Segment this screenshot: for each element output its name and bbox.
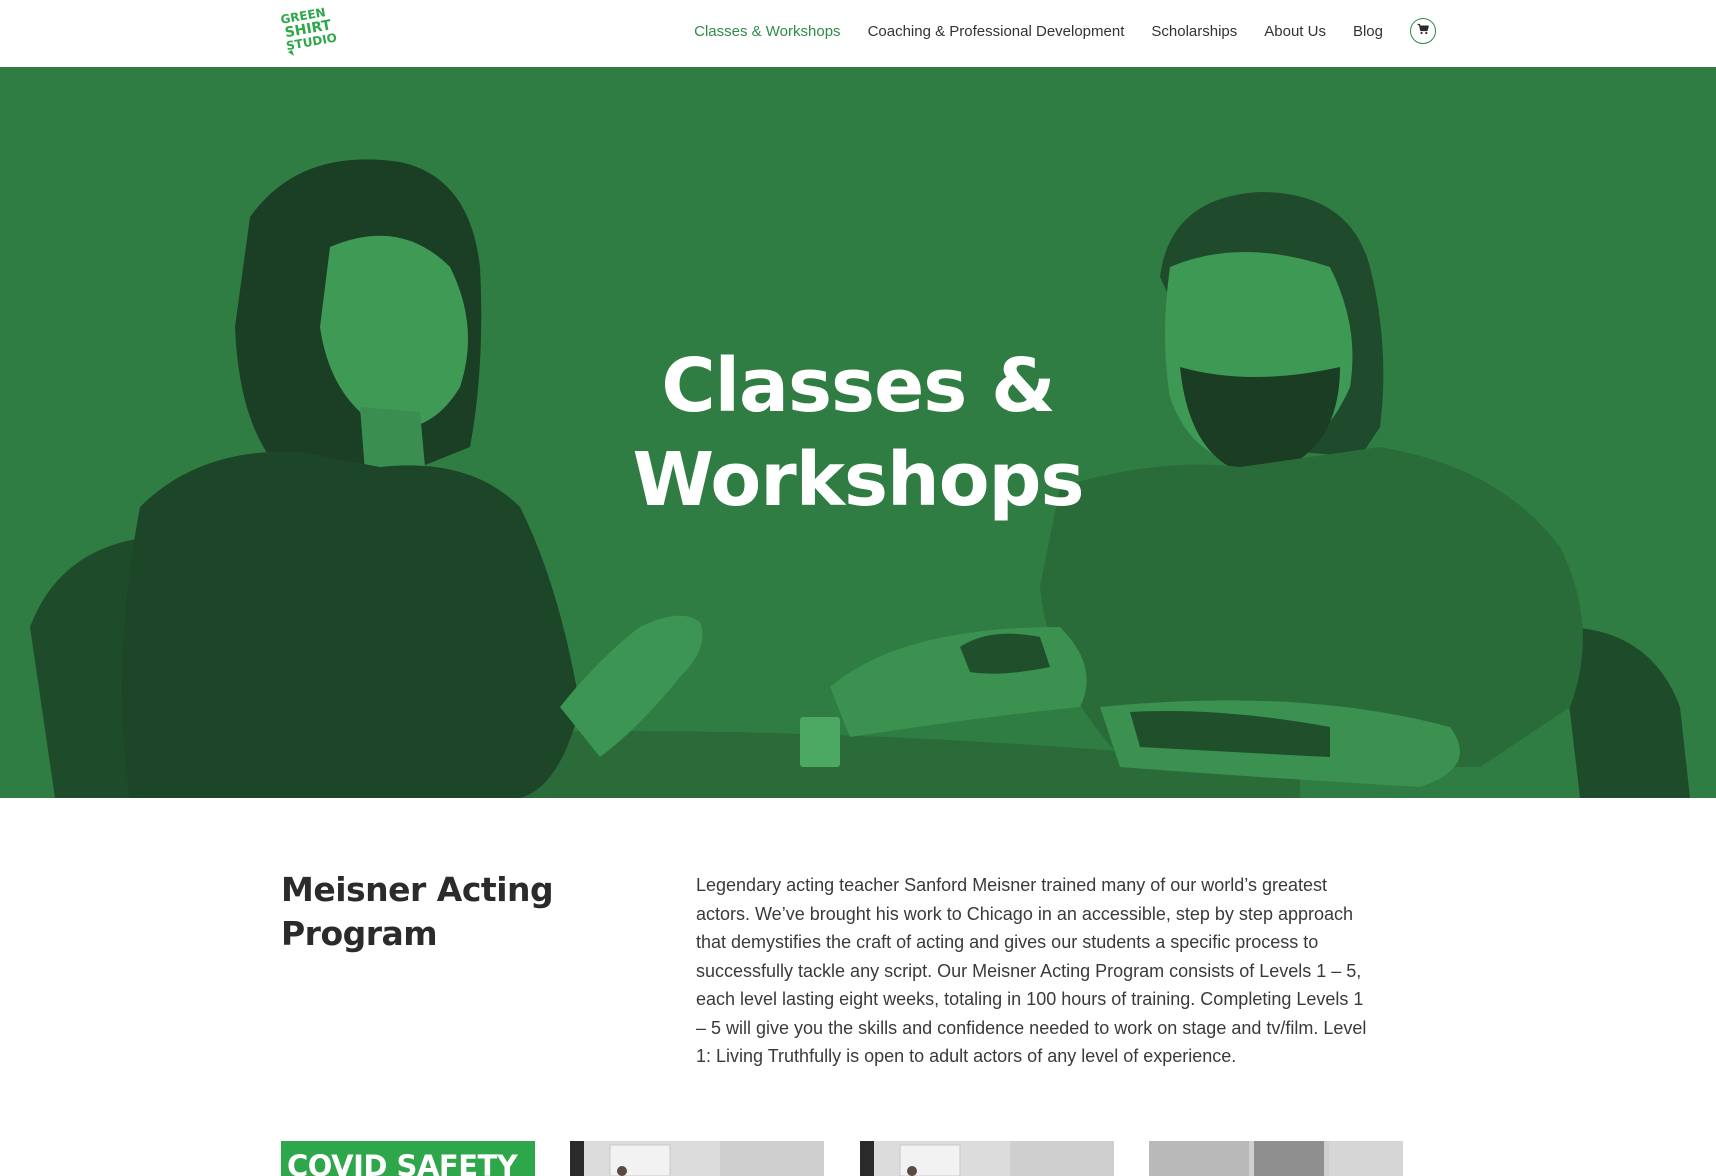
class-card-3[interactable] (1149, 1141, 1403, 1176)
program-title-line2: Program (281, 914, 438, 953)
class-card-1[interactable] (570, 1141, 824, 1176)
covid-safety-card[interactable]: COVID SAFETY (281, 1141, 535, 1176)
cart-icon (1417, 22, 1429, 40)
program-title-line1: Meisner Acting (281, 870, 554, 909)
cart-button[interactable] (1410, 18, 1436, 44)
nav-item-coaching[interactable]: Coaching & Professional Development (868, 23, 1125, 40)
hero-title-line1: Classes & (661, 343, 1055, 429)
green-shirt-studio-logo[interactable]: GREEN SHIRT STUDIO (279, 4, 340, 58)
hero-banner: Classes & Workshops (0, 67, 1716, 798)
hero-title: Classes & Workshops (0, 339, 1716, 527)
nav-item-classes-workshops[interactable]: Classes & Workshops (694, 23, 840, 40)
main-nav: Classes & Workshops Coaching & Professio… (667, 0, 1436, 62)
site-header: GREEN SHIRT STUDIO Classes & Workshops C… (0, 0, 1716, 67)
program-title: Meisner Acting Program (281, 868, 581, 956)
program-description: Legendary acting teacher Sanford Meisner… (696, 875, 1367, 1066)
nav-item-about-us[interactable]: About Us (1264, 23, 1326, 40)
class-card-1-photo (570, 1141, 824, 1176)
nav-item-blog[interactable]: Blog (1353, 23, 1383, 40)
class-card-3-photo (1149, 1141, 1403, 1176)
nav-item-scholarships[interactable]: Scholarships (1151, 23, 1237, 40)
hero-title-line2: Workshops (632, 437, 1084, 523)
class-card-2[interactable] (860, 1141, 1114, 1176)
class-card-2-photo (860, 1141, 1114, 1176)
covid-safety-label: COVID SAFETY (287, 1149, 518, 1176)
